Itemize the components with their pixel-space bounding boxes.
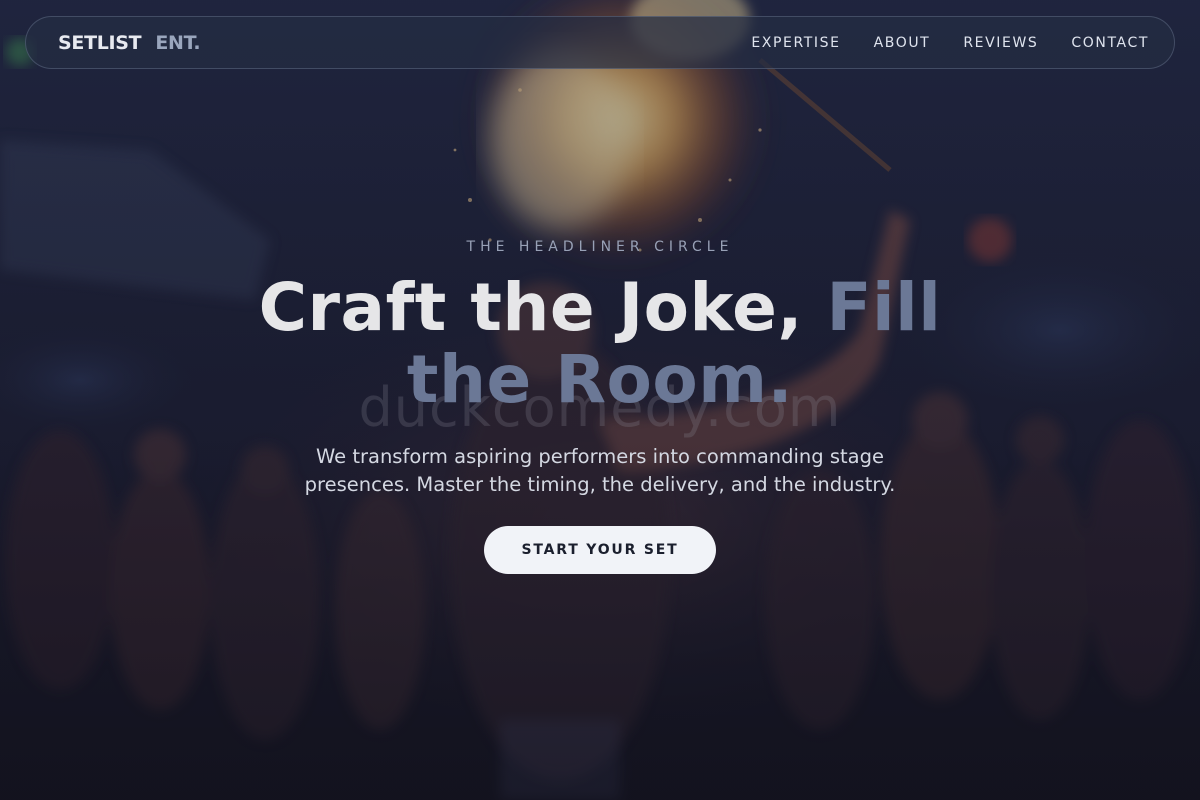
hero-subtext: We transform aspiring performers into co… [304,445,896,496]
hero-eyebrow: THE HEADLINER CIRCLE [466,239,734,255]
hero-content: THE HEADLINER CIRCLE duckcomedy.com Craf… [0,0,1200,800]
hero-headline: Craft the Joke, Fill the Room. [200,272,1000,416]
hero-section: SETLIST ENT. EXPERTISE ABOUT REVIEWS CON… [0,0,1200,800]
headline-main: Craft the Joke, [258,269,803,346]
start-your-set-button[interactable]: START YOUR SET [484,526,716,574]
